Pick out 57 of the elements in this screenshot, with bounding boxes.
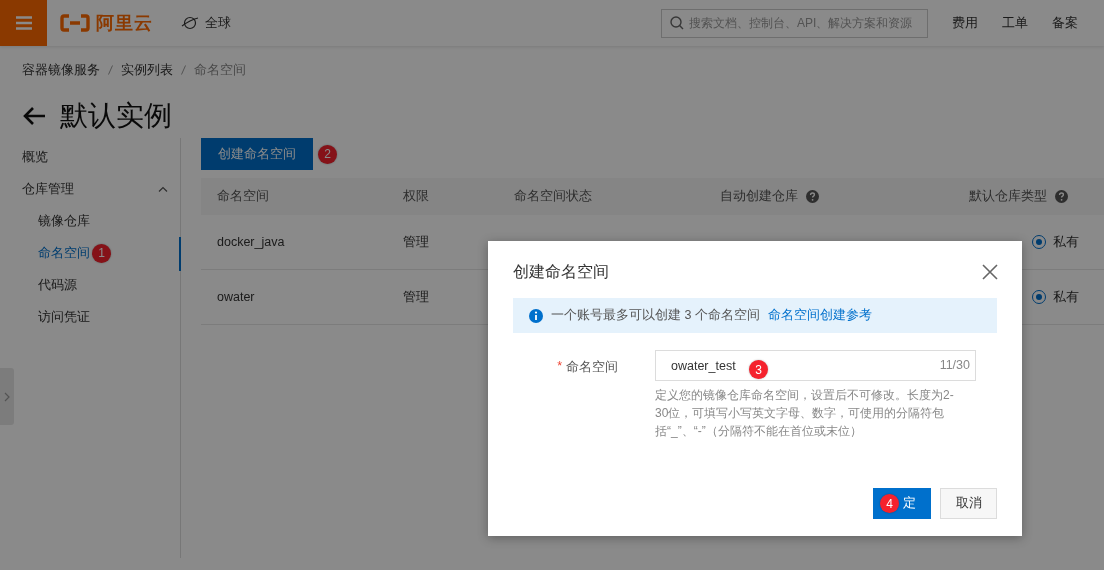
close-icon (982, 264, 998, 280)
table-cell-text: owater (217, 290, 256, 304)
radio-button[interactable] (1032, 290, 1046, 304)
region-selector[interactable]: 全球 (205, 14, 231, 32)
step-marker: 4 (880, 494, 899, 513)
help-icon (806, 190, 819, 203)
globe-icon (181, 15, 199, 31)
collapse-handle[interactable] (0, 368, 14, 425)
search-icon (670, 16, 684, 30)
breadcrumb-separator-icon (108, 65, 113, 75)
required-mark: * (557, 359, 562, 375)
sidebar-item[interactable]: 访问凭证 (38, 308, 90, 326)
character-counter: 11/30 (939, 358, 970, 372)
column-header: 自动创建仓库 (720, 188, 798, 205)
table-cell-text: 管理 (403, 288, 430, 306)
reference-link[interactable]: 命名空间创建参考 (767, 307, 872, 324)
sidebar-item[interactable]: 代码源 (38, 276, 77, 294)
step-marker: 1 (92, 243, 111, 263)
back-arrow-icon (22, 106, 46, 126)
page-title: 默认实例 (60, 99, 172, 133)
step-marker: 2 (318, 144, 337, 164)
breadcrumb-link[interactable]: 容器镜像服务 (22, 61, 100, 79)
info-text: 一个账号最多可以创建 3 个命名空间 (551, 307, 760, 324)
radio-button[interactable] (1032, 235, 1046, 249)
menu-icon (15, 16, 32, 30)
column-header: 权限 (403, 188, 429, 205)
column-header: 默认仓库类型 (969, 188, 1047, 205)
field-label: 命名空间 (566, 359, 618, 376)
back-button[interactable] (22, 106, 46, 126)
logo-icon (60, 14, 90, 32)
chevron-right-icon (4, 391, 10, 402)
radio-label: 私有 (1053, 233, 1079, 251)
column-header: 命名空间状态 (514, 188, 592, 205)
create-namespace-button[interactable]: 创建命名空间 (201, 138, 313, 170)
cancel-button[interactable]: 取消 (940, 488, 997, 519)
column-header: 命名空间 (217, 188, 269, 205)
menu-button[interactable] (0, 0, 47, 46)
sidebar-item[interactable]: 概览 (22, 148, 48, 166)
sidebar-item[interactable]: 命名空间 (38, 244, 90, 262)
sidebar-item[interactable]: 镜像仓库 (38, 212, 90, 230)
header-link[interactable]: 工单 (1002, 14, 1028, 32)
radio-label: 私有 (1053, 288, 1079, 306)
breadcrumb-link[interactable]: 实例列表 (121, 61, 173, 79)
breadcrumb-separator-icon (181, 65, 186, 75)
sidebar-item[interactable]: 仓库管理 (22, 180, 74, 198)
table-cell-text: docker_java (217, 235, 286, 249)
dialog-title: 创建命名空间 (513, 261, 609, 282)
help-icon (1055, 190, 1068, 203)
header-link[interactable]: 备案 (1052, 14, 1078, 32)
field-help-text: 定义您的镜像仓库命名空间，设置后不可修改。长度为2-30位，可填写小写英文字母、数字，可使用的分隔符包括“_”、“-”（分隔符不能在首位或末位） (655, 387, 955, 440)
close-button[interactable] (982, 264, 998, 280)
info-icon (529, 308, 543, 323)
header-link[interactable]: 费用 (952, 14, 978, 32)
breadcrumb-link[interactable]: 命名空间 (194, 61, 246, 79)
logo-text: 阿里云 (96, 12, 153, 35)
confirm-button[interactable]: 4 定 (873, 488, 931, 519)
table-cell-text: 管理 (403, 233, 430, 251)
